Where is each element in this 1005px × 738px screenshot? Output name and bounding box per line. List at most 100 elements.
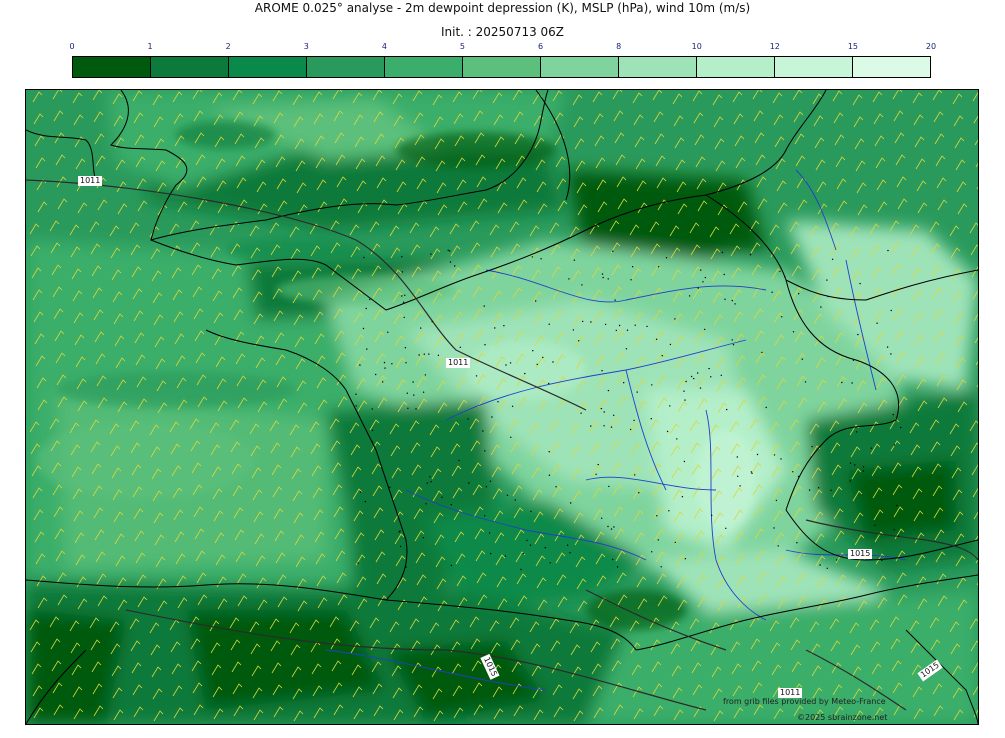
station-dot xyxy=(570,502,572,504)
station-dot xyxy=(775,499,778,502)
station-dot xyxy=(371,429,374,432)
colorbar-segment xyxy=(229,57,307,77)
station-dot xyxy=(893,529,895,531)
station-dot xyxy=(566,544,569,546)
station-dot xyxy=(405,362,407,364)
station-dot xyxy=(607,389,610,392)
station-dot xyxy=(657,539,659,541)
colorbar-segment xyxy=(307,57,385,77)
station-dot xyxy=(684,399,686,401)
station-dot xyxy=(401,256,403,258)
station-dot xyxy=(798,293,800,295)
station-dot xyxy=(467,418,469,420)
station-dot xyxy=(597,463,599,466)
station-dot xyxy=(387,331,389,333)
station-dot xyxy=(731,299,733,302)
station-dot xyxy=(522,552,524,555)
station-dot xyxy=(505,364,507,366)
station-dot xyxy=(683,390,685,392)
station-dot xyxy=(697,287,699,289)
colorbar-segment xyxy=(541,57,619,77)
station-dot xyxy=(900,426,902,429)
colorbar-tick-label: 20 xyxy=(925,42,937,51)
station-dot xyxy=(475,375,478,377)
station-dot xyxy=(548,451,550,453)
station-dot xyxy=(612,558,614,561)
station-dot xyxy=(881,559,883,562)
station-dot xyxy=(613,526,615,528)
station-dot xyxy=(371,408,373,410)
station-dot xyxy=(391,363,393,365)
station-dot xyxy=(415,408,417,410)
station-dot xyxy=(819,564,821,566)
station-dot xyxy=(437,354,440,356)
station-dot xyxy=(804,381,807,383)
station-dot xyxy=(897,535,899,537)
station-dot xyxy=(836,559,838,561)
station-dot xyxy=(801,358,803,360)
station-dot xyxy=(892,413,894,416)
station-dot xyxy=(633,419,635,422)
station-dot xyxy=(544,547,546,549)
colorbar-tick-label: 8 xyxy=(616,42,622,51)
station-dot xyxy=(608,485,610,488)
station-dot xyxy=(448,250,451,252)
station-dot xyxy=(749,254,752,256)
station-dot xyxy=(886,346,889,348)
station-dot xyxy=(612,250,614,252)
station-dot xyxy=(736,456,738,458)
station-dot xyxy=(708,367,710,370)
station-dot xyxy=(590,425,592,427)
station-dot xyxy=(851,382,853,384)
station-dot xyxy=(792,331,795,333)
station-dot xyxy=(450,564,453,567)
station-dot xyxy=(726,408,728,411)
station-dot xyxy=(602,276,604,279)
station-dot xyxy=(595,473,597,475)
station-dot xyxy=(761,351,763,354)
colorbar-segment xyxy=(853,57,930,77)
station-dot xyxy=(355,393,357,395)
station-dot xyxy=(582,320,584,323)
station-dot xyxy=(431,320,433,323)
station-dot xyxy=(426,482,428,484)
station-dot xyxy=(817,487,820,489)
station-dot xyxy=(699,387,702,389)
station-dot xyxy=(751,472,753,474)
station-dot xyxy=(581,284,583,286)
station-dot xyxy=(630,279,632,281)
station-dot xyxy=(422,391,425,393)
station-dot xyxy=(765,406,767,409)
station-dot xyxy=(781,316,783,318)
station-dot xyxy=(657,266,660,268)
station-dot xyxy=(660,566,662,568)
station-dot xyxy=(375,373,377,376)
station-dot xyxy=(371,441,374,443)
station-dot xyxy=(384,367,386,369)
station-dot xyxy=(827,295,829,298)
station-dot xyxy=(548,382,550,385)
station-dot xyxy=(458,459,460,462)
station-dot xyxy=(852,359,855,361)
station-dot xyxy=(424,374,427,376)
station-dot xyxy=(530,510,532,513)
colorbar-tick-label: 3 xyxy=(303,42,309,51)
station-dot xyxy=(773,527,775,529)
station-dot xyxy=(509,362,512,364)
station-dot xyxy=(734,303,736,305)
station-dot xyxy=(655,338,658,340)
station-dot xyxy=(857,333,859,336)
station-dot xyxy=(484,344,486,346)
station-dot xyxy=(780,458,782,460)
station-dot xyxy=(674,541,676,544)
station-dot xyxy=(626,329,629,331)
station-dot xyxy=(792,471,794,473)
station-dot xyxy=(669,405,671,407)
station-dot xyxy=(401,271,404,273)
station-dot xyxy=(603,411,605,413)
station-dot xyxy=(601,517,603,519)
station-dot xyxy=(797,475,800,478)
station-dot xyxy=(572,329,575,331)
station-dot xyxy=(756,453,759,456)
isobar-label: 1011 xyxy=(78,176,103,186)
